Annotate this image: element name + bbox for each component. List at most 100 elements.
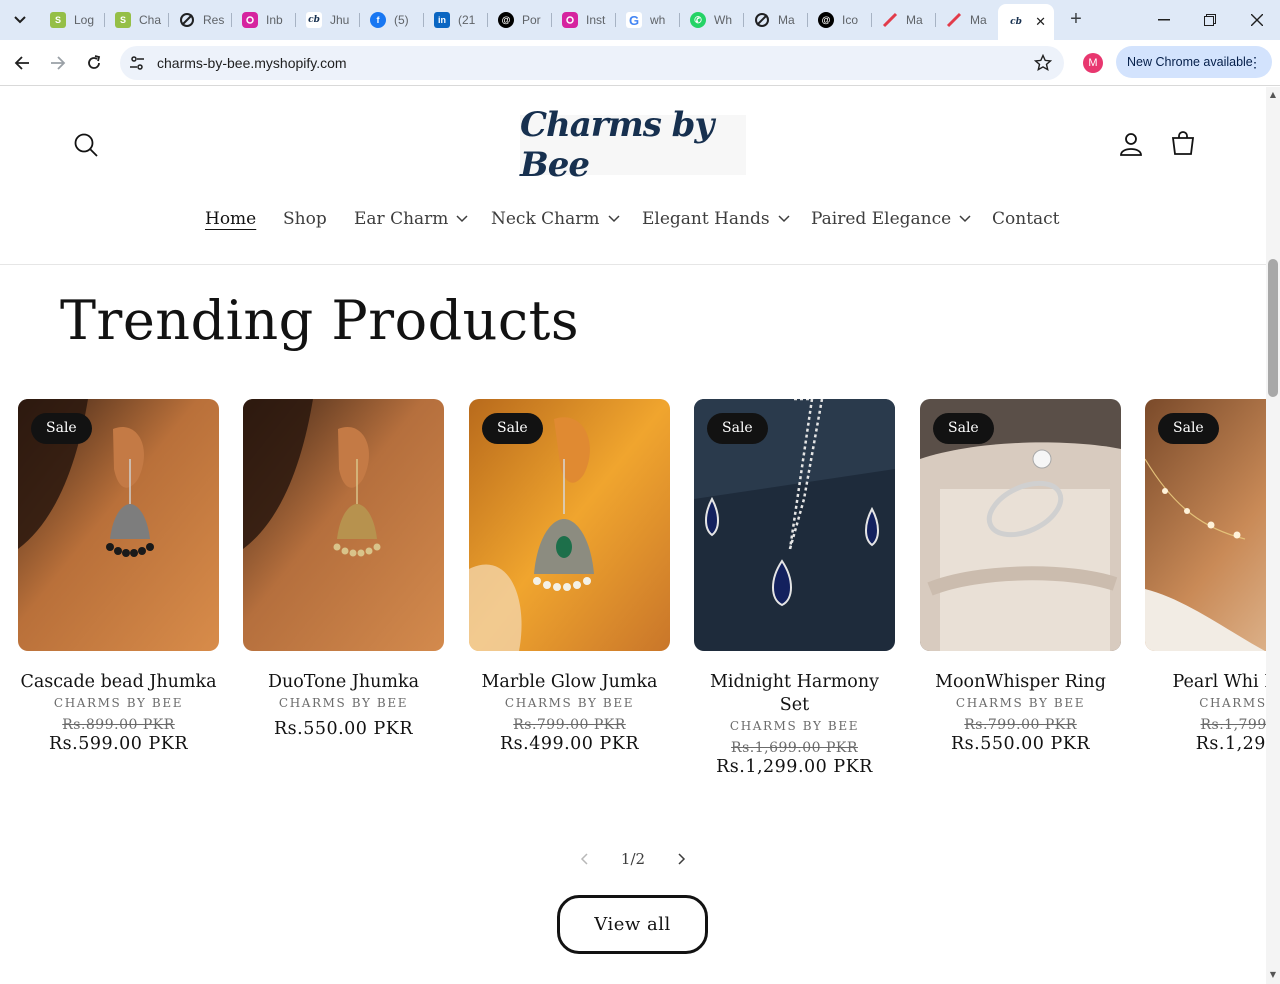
tab-title: Por — [522, 13, 541, 27]
instagram-icon — [242, 12, 258, 28]
product-image[interactable] — [243, 399, 444, 651]
scroll-up-icon[interactable]: ▲ — [1268, 90, 1278, 100]
nav-paired-elegance[interactable]: Paired Elegance — [811, 209, 971, 229]
product-image[interactable]: Sale — [920, 399, 1121, 651]
profile-avatar[interactable]: M — [1083, 53, 1103, 73]
browser-tab[interactable]: Res — [169, 6, 232, 34]
close-window-icon[interactable] — [1245, 8, 1269, 32]
chevron-down-icon — [959, 215, 971, 223]
product-title[interactable]: DuoTone Jhumka — [243, 671, 444, 694]
nav-home[interactable]: Home — [205, 209, 256, 229]
cart-icon[interactable] — [1169, 130, 1197, 158]
browser-tab-active[interactable]: cb ✕ — [998, 4, 1054, 40]
browser-tab[interactable]: S Log — [40, 6, 105, 34]
sale-badge: Sale — [707, 413, 768, 444]
browser-tab[interactable]: G wh — [616, 6, 680, 34]
product-image[interactable]: Sale — [469, 399, 670, 651]
scroll-down-icon[interactable]: ▼ — [1268, 970, 1278, 980]
browser-tab[interactable]: Inst — [552, 6, 616, 34]
product-image[interactable]: Sale — [694, 399, 895, 651]
product-image[interactable]: Sale — [1145, 399, 1266, 651]
browser-tab[interactable]: cb Jhu — [296, 6, 360, 34]
product-title[interactable]: Cascade bead Jhumka — [18, 671, 219, 694]
update-chrome-label: New Chrome available — [1127, 55, 1253, 69]
back-icon[interactable] — [10, 51, 34, 75]
browser-tab[interactable]: Ma — [936, 6, 998, 34]
tab-title: (5) — [394, 13, 409, 27]
tab-title: Cha — [139, 13, 162, 27]
browser-tab[interactable]: S Cha — [105, 6, 169, 34]
scrollbar-thumb[interactable] — [1268, 259, 1278, 397]
tab-title: Log — [74, 13, 95, 27]
product-card[interactable]: Sale Pearl Whi Penda CHARMS BY Rs.1,799.… — [1145, 399, 1266, 754]
page-scrollbar[interactable] — [1266, 87, 1280, 984]
nav-elegant-hands[interactable]: Elegant Hands — [642, 209, 790, 229]
product-vendor: CHARMS BY BEE — [53, 696, 184, 710]
tab-title: Ma — [906, 13, 923, 27]
charms-favicon: cb — [1008, 14, 1024, 30]
product-card[interactable]: Sale Marble Glow Jumka CHARMS BY BEE Rs.… — [469, 399, 670, 754]
product-title[interactable]: Pearl Whi Penda — [1145, 671, 1267, 694]
chevron-down-icon — [607, 215, 620, 223]
header-divider — [0, 264, 1266, 265]
slider-next-icon[interactable] — [668, 847, 696, 871]
store-page: Charms by Bee Home Shop Ear Charm Neck C… — [0, 87, 1266, 984]
browser-tab[interactable]: Ma — [872, 6, 936, 34]
product-title[interactable]: Marble Glow Jumka — [469, 671, 670, 694]
forward-icon[interactable] — [46, 51, 70, 75]
nav-label: Neck Charm — [491, 209, 600, 229]
sale-price: Rs.1,299.00 PKR — [716, 757, 873, 777]
product-card[interactable]: Sale MoonWhisper Ring CHARMS BY BEE Rs.7… — [920, 399, 1121, 754]
product-vendor: CHARMS BY BEE — [955, 696, 1086, 710]
address-bar[interactable]: charms-by-bee.myshopify.com — [120, 46, 1064, 80]
browser-tab[interactable]: ✆ Wh — [680, 6, 744, 34]
product-title[interactable]: MoonWhisper Ring — [920, 671, 1121, 694]
account-icon[interactable] — [1117, 130, 1145, 158]
product-card[interactable]: DuoTone Jhumka CHARMS BY BEE Rs.550.00 P… — [243, 399, 444, 739]
nav-label: Paired Elegance — [811, 209, 952, 229]
tab-title: Ma — [778, 13, 795, 27]
browser-tab[interactable]: in (21 — [424, 6, 488, 34]
section-title: Trending Products — [60, 289, 580, 352]
browser-tab[interactable]: @ Ico — [808, 6, 872, 34]
site-settings-icon[interactable] — [129, 55, 145, 71]
product-title[interactable]: Midnight Harmony Set — [694, 671, 895, 717]
restore-icon[interactable] — [1198, 8, 1222, 32]
reload-icon[interactable] — [82, 51, 106, 75]
compare-price: Rs.1,799.00 — [1200, 717, 1266, 733]
tab-search-icon[interactable] — [8, 8, 32, 32]
browser-tab[interactable]: Inb — [232, 6, 296, 34]
nav-shop[interactable]: Shop — [283, 209, 327, 229]
more-menu-icon[interactable]: ⋮ — [1248, 46, 1262, 78]
product-vendor: CHARMS BY BEE — [729, 719, 860, 733]
sale-badge: Sale — [933, 413, 994, 444]
view-all-button[interactable]: View all — [557, 895, 708, 954]
product-card[interactable]: Sale Cascade bead Jhumka CHARMS BY BEE R… — [18, 399, 219, 754]
browser-tab[interactable]: @ Por — [488, 6, 552, 34]
nav-neck-charm[interactable]: Neck Charm — [491, 209, 620, 229]
search-icon[interactable] — [72, 131, 100, 159]
compare-price: Rs.799.00 PKR — [964, 717, 1077, 733]
browser-tab[interactable]: Ma — [744, 6, 808, 34]
update-chrome-button[interactable]: New Chrome available ⋮ — [1116, 46, 1272, 78]
facebook-icon: f — [370, 12, 386, 28]
nav-ear-charm[interactable]: Ear Charm — [354, 209, 468, 229]
new-tab-icon[interactable]: + — [1064, 8, 1088, 32]
nav-label: Shop — [283, 209, 327, 229]
minimize-icon[interactable] — [1152, 8, 1176, 32]
nav-contact[interactable]: Contact — [992, 209, 1060, 229]
close-tab-icon[interactable]: ✕ — [1035, 14, 1046, 30]
product-card[interactable]: Sale Midnight Harmony Set CHARMS BY BEE … — [694, 399, 895, 777]
bookmark-star-icon[interactable] — [1034, 54, 1052, 72]
nav-label: Ear Charm — [354, 209, 449, 229]
url-text[interactable]: charms-by-bee.myshopify.com — [157, 55, 347, 71]
store-logo[interactable]: Charms by Bee — [520, 105, 746, 185]
browser-tab[interactable]: f (5) — [360, 6, 424, 34]
instagram-icon — [562, 12, 578, 28]
product-image[interactable]: Sale — [18, 399, 219, 651]
sale-price: Rs.599.00 PKR — [48, 734, 189, 754]
threads-icon: @ — [818, 12, 834, 28]
sale-badge: Sale — [31, 413, 92, 444]
nav-label: Home — [205, 209, 257, 229]
slider-prev-icon[interactable] — [570, 847, 598, 871]
